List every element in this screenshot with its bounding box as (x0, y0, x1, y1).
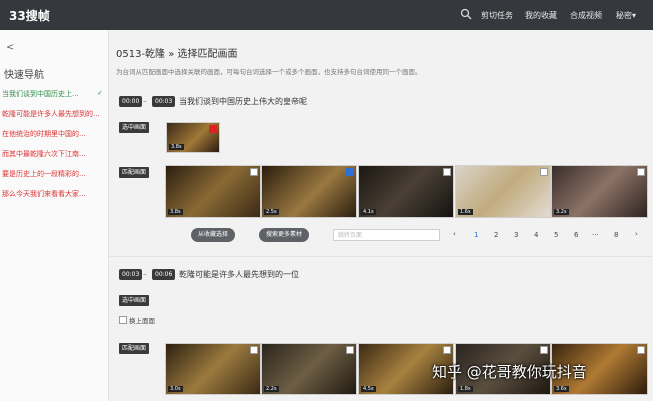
page-button[interactable]: 1 (474, 231, 478, 239)
sidebar-item[interactable]: 而其中最乾隆六次下江南... (2, 149, 105, 159)
select-checkbox[interactable] (250, 168, 258, 176)
page-button[interactable]: 6 (574, 231, 578, 239)
page-button[interactable]: 4 (534, 231, 538, 239)
select-checkbox[interactable] (540, 168, 548, 176)
select-checkbox[interactable] (540, 346, 548, 354)
match-tag: 匹配画面 (119, 343, 150, 354)
page-title: 0513-乾隆 » 选择匹配画面 (116, 49, 238, 60)
selected-tag: 选中画面 (119, 122, 150, 133)
duration-badge: 2.5s (264, 209, 279, 215)
nav-my-favorites[interactable]: 我的收藏 (525, 10, 557, 21)
page-subtitle: 为台词从匹配画面中选择关联的画面，可每句台词选择一个或多个画面，也支持多句台词使… (116, 68, 422, 76)
page-button[interactable]: 3 (514, 231, 518, 239)
match-thumbnail[interactable]: 3.0s (165, 343, 261, 395)
sidebar-item[interactable]: 要是历史上的一段精彩的... (2, 169, 105, 179)
sidebar-item[interactable]: 当我们谈到中国历史上... ✓ (2, 89, 105, 99)
chevron-down-icon: ▾ (632, 11, 637, 20)
duration-badge: 3.6s (554, 386, 569, 392)
replace-label: 换上面面 (129, 317, 155, 325)
page-button[interactable]: 5 (554, 231, 558, 239)
sentence-text: 乾隆可能是许多人最先想到的一位 (179, 270, 299, 279)
nav-compose-video[interactable]: 合成视频 (570, 10, 602, 21)
match-thumbnail[interactable]: 3.8s (165, 165, 261, 218)
select-checkbox[interactable] (443, 346, 451, 354)
remove-icon[interactable] (209, 125, 217, 133)
duration-badge: 4.5s (361, 386, 376, 392)
search-icon[interactable] (460, 8, 472, 20)
time-separator: – (143, 97, 147, 105)
section-divider (108, 256, 653, 257)
duration-badge: 1.6s (458, 209, 473, 215)
sidebar-item[interactable]: 在他统治的时期里中国的... (2, 129, 105, 139)
back-button[interactable]: < (6, 42, 14, 53)
duration-badge: 3.8s (168, 209, 183, 215)
sentence-text: 当我们谈到中国历史上伟大的皇帝呢 (179, 97, 307, 106)
select-checkbox[interactable] (637, 168, 645, 176)
match-thumbnail[interactable]: 4.1s (358, 165, 454, 218)
nav-cut-tasks[interactable]: 剪切任务 (481, 10, 513, 21)
sidebar-item-label: 当我们谈到中国历史上... (2, 90, 79, 98)
match-thumbnail[interactable]: 2.2s (261, 343, 357, 395)
select-checkbox[interactable] (346, 346, 354, 354)
page-button[interactable]: 2 (494, 231, 498, 239)
duration-badge: 2.2s (264, 386, 279, 392)
select-checkbox[interactable] (250, 346, 258, 354)
select-checkbox[interactable] (346, 168, 354, 176)
end-time: 00:03 (152, 96, 176, 107)
select-checkbox[interactable] (637, 346, 645, 354)
match-thumbnail[interactable]: 2.5s (261, 165, 357, 218)
app-logo[interactable]: 33搜帧 (9, 7, 50, 24)
match-thumbnail[interactable]: 1.6s (455, 165, 551, 218)
page-jump-input[interactable]: 跳转页面 (333, 229, 440, 241)
sidebar-item[interactable]: 那么今天我们来看看大家... (2, 189, 105, 199)
main-content: 0513-乾隆 » 选择匹配画面 为台词从匹配画面中选择关联的画面，可每句台词选… (108, 30, 653, 401)
duration-badge: 4.1s (361, 209, 376, 215)
duration-badge: 3.0s (168, 386, 183, 392)
selected-thumbnail[interactable]: 3.8s (166, 122, 220, 153)
top-bar: 33搜帧 剪切任务 我的收藏 合成视频 秘密▾ (0, 0, 653, 30)
match-thumbnail[interactable]: 3.2s (551, 165, 648, 218)
duration-badge: 1.8s (458, 386, 473, 392)
next-page-button[interactable]: › (635, 230, 638, 238)
sidebar: < 快速导航 当我们谈到中国历史上... ✓ 乾隆可能是许多人最先想到的... … (0, 30, 109, 401)
choose-from-favorites-button[interactable]: 从收藏选择 (191, 228, 236, 242)
sidebar-title: 快速导航 (4, 70, 44, 81)
user-name: 秘密 (616, 11, 632, 20)
sidebar-item[interactable]: 乾隆可能是许多人最先想到的... (2, 109, 105, 119)
time-separator: – (143, 270, 147, 278)
search-more-button[interactable]: 搜索更多素材 (259, 228, 310, 242)
selected-tag: 选中画面 (119, 295, 150, 306)
match-tag: 匹配画面 (119, 167, 150, 178)
prev-page-button[interactable]: ‹ (453, 230, 456, 238)
page-ellipsis: ··· (592, 231, 599, 239)
page-button[interactable]: 8 (614, 231, 618, 239)
start-time: 00:03 (119, 269, 143, 280)
check-icon: ✓ (97, 89, 103, 97)
watermark: 知乎 @花哥教你玩抖音 (432, 363, 587, 381)
duration-badge: 3.2s (554, 209, 569, 215)
replace-checkbox[interactable] (119, 316, 127, 324)
duration-badge: 3.8s (169, 144, 184, 150)
nav-user-menu[interactable]: 秘密▾ (616, 10, 636, 21)
select-checkbox[interactable] (443, 168, 451, 176)
start-time: 00:00 (119, 96, 143, 107)
end-time: 00:06 (152, 269, 176, 280)
